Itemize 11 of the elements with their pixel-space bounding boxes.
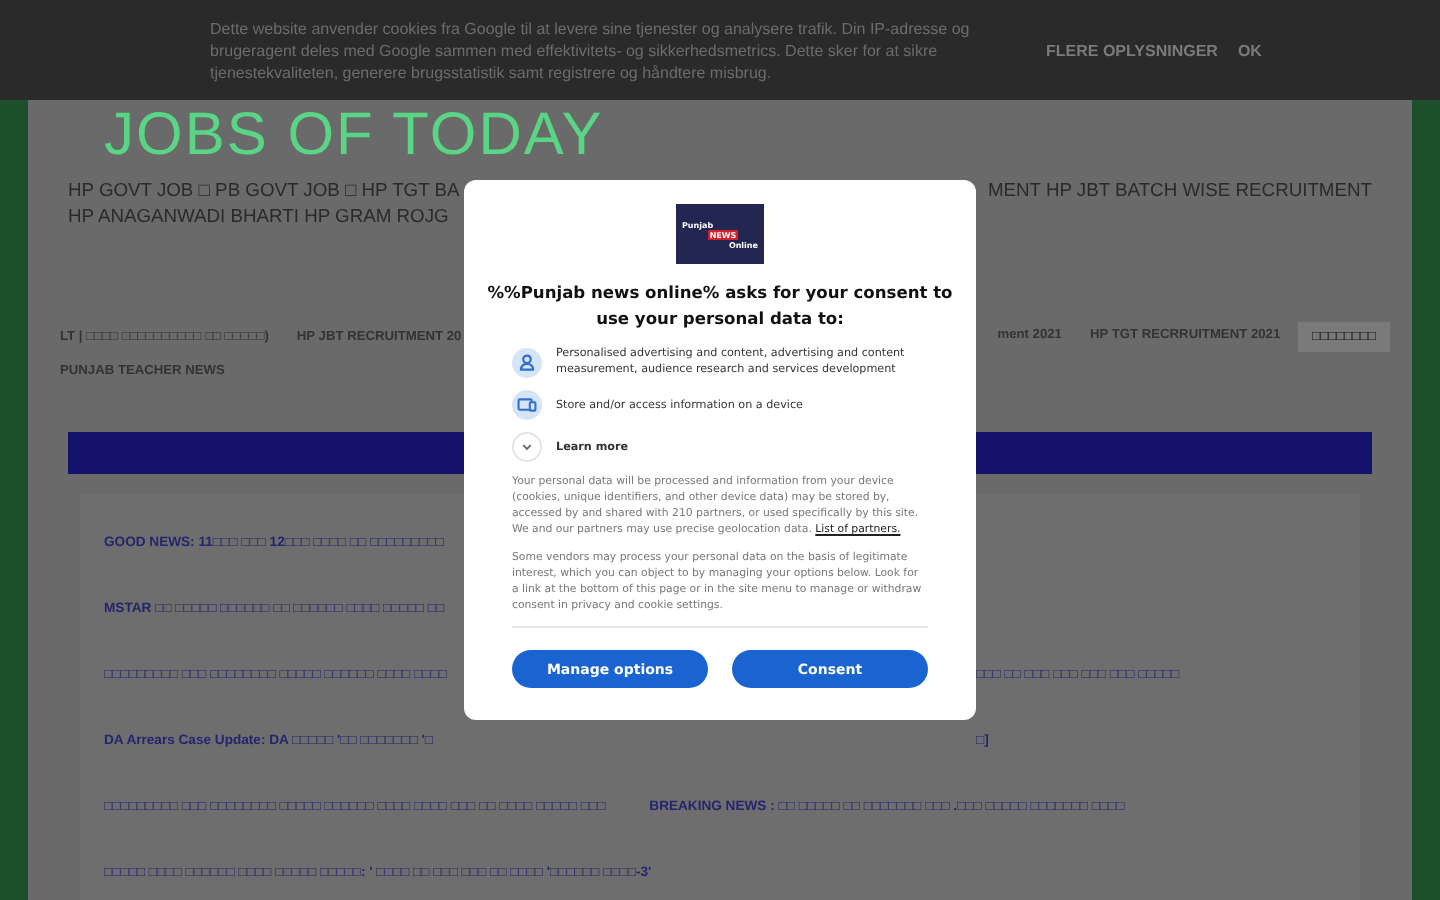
site-title[interactable]: JOBS OF TODAY xyxy=(104,104,604,168)
nav-links[interactable]: HP ANAGANWADI BHARTI HP GRAM ROJG xyxy=(68,202,449,228)
person-icon xyxy=(512,347,542,377)
nav-links[interactable]: HP GOVT JOB □ PB GOVT JOB □ HP TGT BA xyxy=(68,176,460,202)
devices-icon xyxy=(512,390,542,420)
cookie-button[interactable]: FLERE OPLYSNINGER xyxy=(1042,37,1222,63)
cookie-message: Dette website anvender cookies fra Google til at levere sine tjenester og analysere trafik. Din IP-adresse og brugeragent deles med Google sammen med effektivitets- og sikkerhedsmetrics. Dette sker for at sikre tjenestekvaliteten, generere brugsstatistik samt registrere og håndtere misbrug. xyxy=(210,17,972,83)
chevron-icon[interactable] xyxy=(512,432,542,462)
nav-links[interactable]: MENT HP JBT BATCH WISE RECRUITMENT xyxy=(987,176,1372,202)
dialog-heading: %%Punjab news online% asks for your consent to use your personal data to: xyxy=(485,280,955,330)
cookie-button[interactable]: OK xyxy=(1233,37,1266,63)
